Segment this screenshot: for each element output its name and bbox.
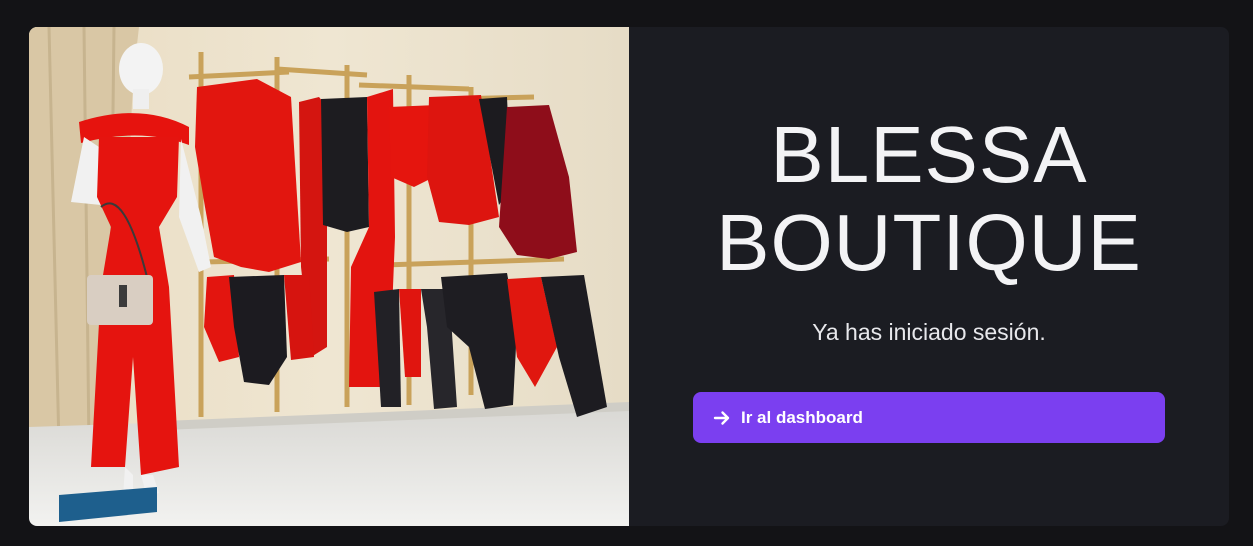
arrow-right-icon [713,409,731,427]
session-status-message: Ya has iniciado sesión. [812,319,1046,345]
brand-title-line2: BOUTIQUE [716,198,1142,287]
brand-title-line1: BLESSA [770,110,1088,199]
login-panel: BLESSA BOUTIQUE Ya has iniciado sesión. … [629,27,1229,526]
boutique-photo [29,27,629,526]
go-to-dashboard-label: Ir al dashboard [741,407,863,427]
login-status-card: BLESSA BOUTIQUE Ya has iniciado sesión. … [29,27,1229,526]
go-to-dashboard-button[interactable]: Ir al dashboard [693,392,1165,443]
brand-title: BLESSA BOUTIQUE [709,111,1149,287]
